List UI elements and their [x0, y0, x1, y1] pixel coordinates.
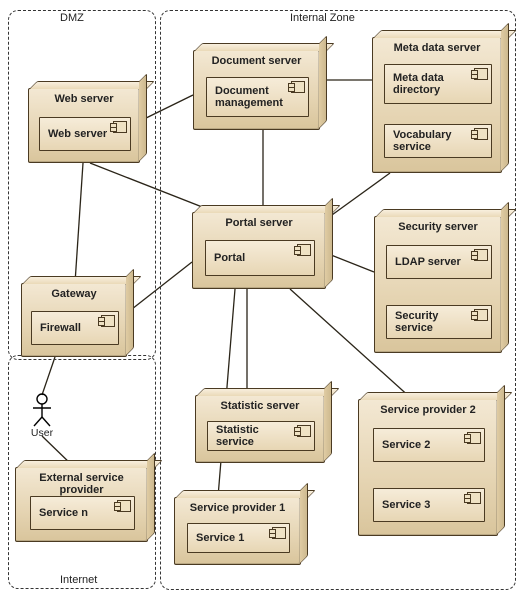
- component-portal: Portal: [205, 240, 315, 276]
- component-icon: [474, 128, 488, 140]
- node-title: External service provider: [16, 472, 147, 496]
- deployment-diagram: DMZ Internal Zone Internet User Web serv…: [0, 0, 527, 600]
- component-ldap-server: LDAP server: [386, 245, 492, 279]
- component-icon: [101, 315, 115, 327]
- node-title: Document server: [194, 55, 319, 67]
- component-icon: [474, 249, 488, 261]
- node-title: Security server: [375, 221, 501, 233]
- component-icon: [467, 492, 481, 504]
- node-title: Portal server: [193, 217, 325, 229]
- node-service-provider-2: Service provider 2 Service 2 Service 3: [358, 399, 498, 536]
- actor-user: User: [27, 393, 57, 439]
- component-firewall: Firewall: [31, 311, 119, 345]
- component-vocabulary-service: Vocabulary service: [384, 124, 492, 158]
- component-service-2: Service 2: [373, 428, 485, 462]
- component-icon: [474, 309, 488, 321]
- actor-user-label: User: [27, 427, 57, 439]
- node-document-server: Document server Document management: [193, 50, 320, 130]
- node-title: Web server: [29, 93, 139, 105]
- component-icon: [117, 500, 131, 512]
- component-statistic-service: Statistic service: [207, 421, 315, 451]
- node-service-provider-1: Service provider 1 Service 1: [174, 497, 301, 565]
- zone-internal-label: Internal Zone: [290, 12, 355, 24]
- component-icon: [297, 244, 311, 256]
- node-portal-server: Portal server Portal: [192, 212, 326, 289]
- node-title: Statistic server: [196, 400, 324, 412]
- component-web-server: Web server: [39, 117, 131, 151]
- node-external-service-provider: External service provider Service n: [15, 467, 148, 542]
- zone-dmz-label: DMZ: [60, 12, 84, 24]
- component-icon: [474, 68, 488, 80]
- user-icon: [31, 393, 53, 427]
- component-icon: [113, 121, 127, 133]
- component-icon: [297, 425, 311, 437]
- component-meta-data-directory: Meta data directory: [384, 64, 492, 104]
- node-security-server: Security server LDAP server Security ser…: [374, 216, 502, 353]
- component-icon: [291, 81, 305, 93]
- node-meta-data-server: Meta data server Meta data directory Voc…: [372, 37, 502, 173]
- component-document-management: Document management: [206, 77, 309, 117]
- component-service-3: Service 3: [373, 488, 485, 522]
- component-icon: [272, 527, 286, 539]
- node-title: Meta data server: [373, 42, 501, 54]
- node-title: Service provider 2: [359, 404, 497, 416]
- component-icon: [467, 432, 481, 444]
- component-service-n: Service n: [30, 496, 135, 530]
- node-title: Gateway: [22, 288, 126, 300]
- node-web-server: Web server Web server: [28, 88, 140, 163]
- node-gateway: Gateway Firewall: [21, 283, 127, 357]
- node-statistic-server: Statistic server Statistic service: [195, 395, 325, 463]
- node-title: Service provider 1: [175, 502, 300, 514]
- zone-internet-label: Internet: [60, 574, 97, 586]
- component-service-1: Service 1: [187, 523, 290, 553]
- component-security-service: Security service: [386, 305, 492, 339]
